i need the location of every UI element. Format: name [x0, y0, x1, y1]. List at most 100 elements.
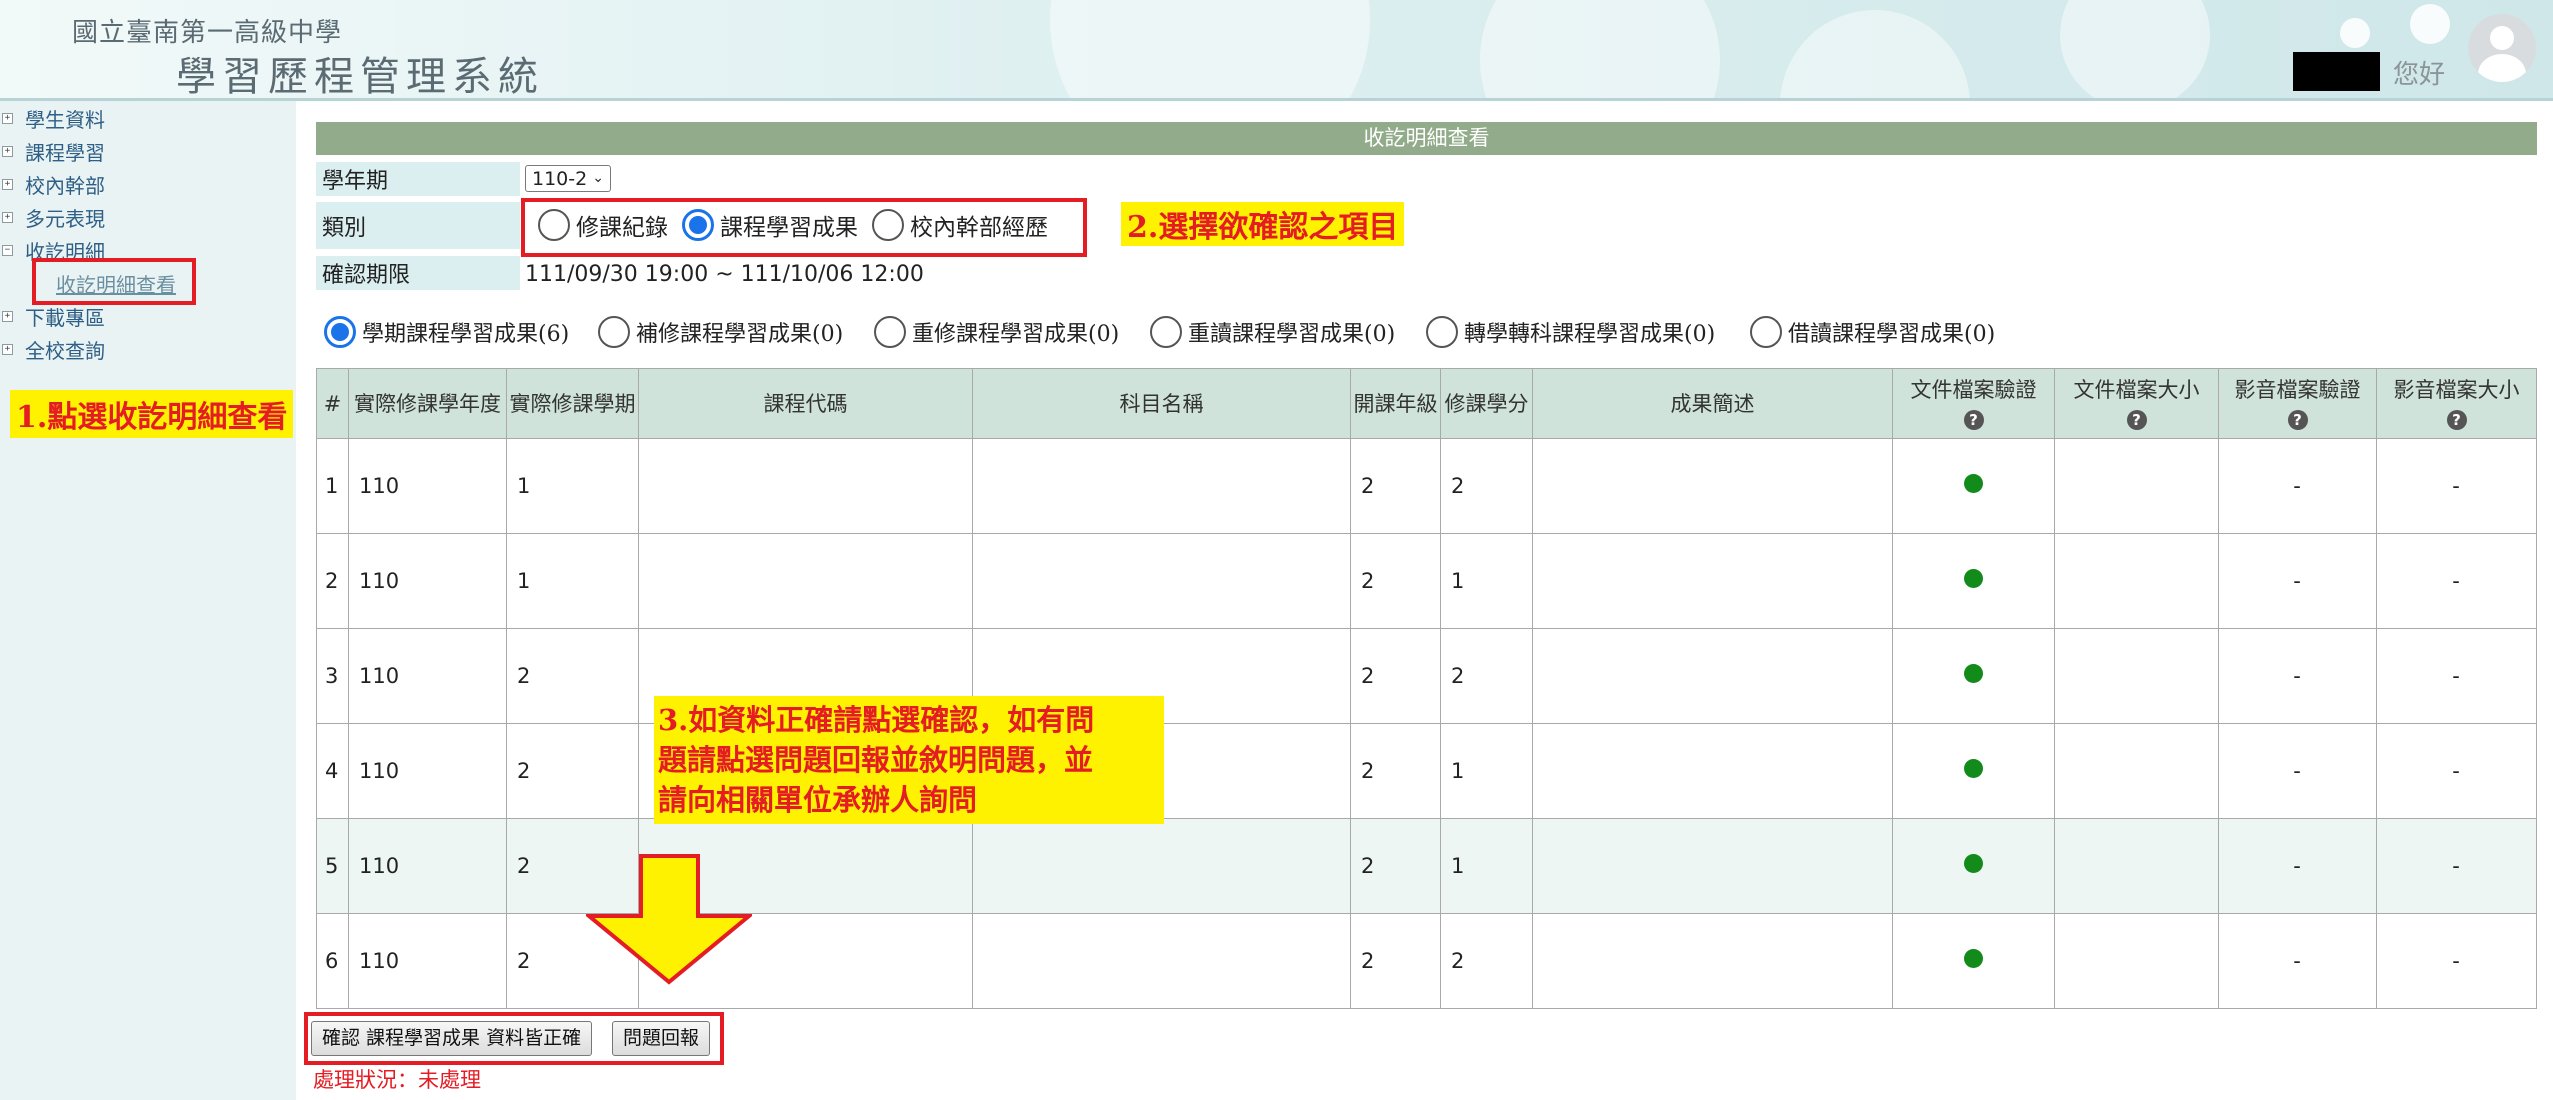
table-cell: - — [2218, 628, 2377, 724]
greeting-text: 您好 — [2393, 60, 2446, 90]
radio-unchecked-icon[interactable] — [874, 316, 906, 348]
term-select-value: 110-2 — [532, 167, 588, 190]
subtab-label[interactable]: 借讀課程學習成果(0) — [1788, 316, 1995, 348]
table-cell: 2 — [506, 723, 639, 819]
table-cell — [1892, 628, 2055, 724]
table-cell: 1 — [1440, 818, 1533, 914]
column-header: 課程代碼 — [638, 368, 973, 439]
expand-icon[interactable]: + — [2, 211, 13, 223]
table-cell — [972, 533, 1351, 629]
radio-unchecked-icon[interactable] — [1426, 316, 1458, 348]
column-header-media-verify: 影音檔案驗證? — [2218, 368, 2377, 439]
verified-dot-icon — [1963, 854, 1983, 873]
subtab-borrow-results[interactable]: 借讀課程學習成果(0) — [1750, 316, 1995, 348]
table-cell: 5 — [316, 818, 349, 914]
table-cell: 2 — [506, 628, 639, 724]
column-header-label: 文件檔案大小 — [2073, 377, 2200, 402]
help-icon[interactable]: ? — [2287, 409, 2308, 430]
subtab-label[interactable]: 重讀課程學習成果(0) — [1188, 316, 1395, 348]
avatar[interactable] — [2468, 14, 2536, 82]
sidebar-item-label[interactable]: 校內幹部 — [25, 170, 105, 199]
header-decoration — [2410, 4, 2450, 44]
subtab-transfer-results[interactable]: 轉學轉科課程學習成果(0) — [1426, 316, 1715, 348]
help-icon[interactable]: ? — [2446, 409, 2467, 430]
table-cell: 2 — [1440, 913, 1533, 1009]
annotation-highlight-box — [521, 198, 1087, 257]
sidebar-item-label[interactable]: 學生資料 — [25, 104, 105, 133]
sidebar-item-student-info[interactable]: + 學生資料 — [0, 103, 105, 133]
sidebar-item-diverse-performance[interactable]: + 多元表現 — [0, 202, 105, 232]
radio-checked-icon[interactable] — [324, 316, 356, 348]
subtab-label[interactable]: 補修課程學習成果(0) — [636, 316, 843, 348]
table-cell — [1532, 723, 1893, 819]
header-decoration — [1050, 0, 1370, 98]
expand-icon[interactable]: + — [2, 112, 13, 124]
annotation-step2: 2.選擇欲確認之項目 — [1121, 202, 1405, 246]
table-cell: 1 — [1440, 723, 1533, 819]
table-cell — [638, 438, 973, 534]
expand-icon[interactable]: + — [2, 145, 13, 157]
sidebar-item-downloads[interactable]: + 下載專區 — [0, 301, 105, 331]
column-header: 成果簡述 — [1532, 368, 1893, 439]
table-cell: 2 — [1350, 723, 1441, 819]
table-cell — [638, 533, 973, 629]
table-cell — [2054, 818, 2219, 914]
expand-icon[interactable]: + — [2, 310, 13, 322]
table-cell: 2 — [1440, 628, 1533, 724]
help-icon[interactable]: ? — [2126, 409, 2147, 430]
table-cell: - — [2376, 533, 2537, 629]
radio-unchecked-icon[interactable] — [598, 316, 630, 348]
sidebar-item-label[interactable]: 多元表現 — [25, 203, 105, 232]
table-cell: 3 — [316, 628, 349, 724]
sidebar-item-label[interactable]: 下載專區 — [25, 302, 105, 331]
column-header-label: 文件檔案驗證 — [1910, 377, 2037, 402]
subtab-label[interactable]: 重修課程學習成果(0) — [912, 316, 1119, 348]
column-header: 實際修課學年度 — [348, 368, 507, 439]
category-label: 類別 — [316, 202, 520, 249]
table-cell — [1532, 533, 1893, 629]
table-cell — [2054, 913, 2219, 1009]
collapse-icon[interactable]: − — [2, 244, 13, 256]
subtab-retake-results[interactable]: 重修課程學習成果(0) — [874, 316, 1119, 348]
subtab-semester-results[interactable]: 學期課程學習成果(6) — [324, 316, 569, 348]
verified-dot-icon — [1963, 759, 1983, 778]
expand-icon[interactable]: + — [2, 178, 13, 190]
status-value: 未處理 — [418, 1068, 481, 1092]
table-cell: - — [2376, 818, 2537, 914]
expand-icon[interactable]: + — [2, 343, 13, 355]
table-cell — [1532, 628, 1893, 724]
subtab-makeup-results[interactable]: 補修課程學習成果(0) — [598, 316, 843, 348]
column-header: 實際修課學期 — [506, 368, 639, 439]
table-cell: - — [2218, 438, 2377, 534]
table-cell: 1 — [316, 438, 349, 534]
help-icon[interactable]: ? — [1963, 409, 1984, 430]
radio-unchecked-icon[interactable] — [1750, 316, 1782, 348]
table-cell: 1 — [1440, 533, 1533, 629]
sidebar-item-label[interactable]: 全校查詢 — [25, 335, 105, 364]
subtab-reread-results[interactable]: 重讀課程學習成果(0) — [1150, 316, 1395, 348]
radio-unchecked-icon[interactable] — [1150, 316, 1182, 348]
annotation-step3-line: 題請點選問題回報並敘明問題，並 — [658, 743, 1094, 777]
table-row: 3 110 2 2 2- - — [316, 628, 2537, 724]
verified-dot-icon — [1963, 569, 1983, 588]
table-cell: - — [2376, 913, 2537, 1009]
subtab-label[interactable]: 學期課程學習成果(6) — [362, 316, 569, 348]
sidebar-item-school-query[interactable]: + 全校查詢 — [0, 334, 105, 364]
column-header-doc-verify: 文件檔案驗證? — [1892, 368, 2055, 439]
subtab-label[interactable]: 轉學轉科課程學習成果(0) — [1464, 316, 1715, 348]
table-cell — [1892, 723, 2055, 819]
sidebar-item-course-learning[interactable]: + 課程學習 — [0, 136, 105, 166]
column-header: 修課學分 — [1440, 368, 1533, 439]
term-label: 學年期 — [316, 162, 520, 196]
deadline-label: 確認期限 — [316, 256, 520, 290]
table-cell: - — [2218, 913, 2377, 1009]
table-cell: 4 — [316, 723, 349, 819]
sidebar-item-label[interactable]: 課程學習 — [25, 137, 105, 166]
table-cell: 110 — [348, 628, 507, 724]
term-select[interactable]: 110-2 ⌄ — [525, 165, 611, 192]
arrow-down-icon — [586, 854, 752, 985]
panel-title: 收訖明細查看 — [316, 122, 2537, 155]
sidebar-item-school-cadre[interactable]: + 校內幹部 — [0, 169, 105, 199]
avatar-icon — [2490, 26, 2514, 50]
table-cell — [972, 438, 1351, 534]
